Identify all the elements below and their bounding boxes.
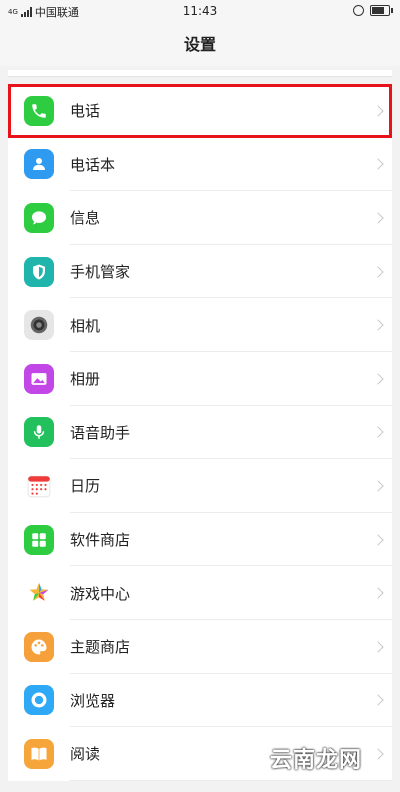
chevron-right-icon: [372, 426, 384, 439]
row-divider: [70, 779, 392, 781]
settings-item-11[interactable]: 浏览器: [8, 674, 392, 728]
settings-item-1[interactable]: 电话本: [8, 138, 392, 192]
page-title: 设置: [0, 24, 400, 66]
calendar-icon: [24, 470, 54, 501]
settings-list: 电话电话本信息手机管家相机相册语音助手日历软件商店游戏中心主题商店浏览器阅读: [8, 84, 392, 781]
settings-item-7[interactable]: 日历: [8, 459, 392, 513]
settings-item-6[interactable]: 语音助手: [8, 406, 392, 460]
chevron-right-icon: [372, 212, 384, 224]
settings-item-label: 语音助手: [70, 423, 131, 442]
chevron-right-icon: [372, 105, 384, 117]
settings-item-label: 日历: [70, 477, 101, 496]
settings-item-label: 软件商店: [70, 531, 131, 550]
browser-icon: [24, 685, 54, 716]
settings-item-label: 主题商店: [70, 638, 131, 657]
chevron-right-icon: [372, 533, 384, 546]
status-bar: 4G 中国联通 11:43: [0, 0, 400, 24]
chevron-right-icon: [372, 748, 384, 760]
app-store-icon: [24, 524, 54, 555]
phone-icon: [24, 95, 54, 126]
chevron-right-icon: [372, 480, 384, 492]
settings-item-3[interactable]: 手机管家: [8, 245, 392, 299]
chevron-right-icon: [372, 265, 384, 278]
settings-item-label: 游戏中心: [70, 584, 131, 603]
microphone-icon: [24, 417, 54, 448]
settings-item-label: 相机: [70, 316, 101, 335]
contacts-icon: [24, 149, 54, 180]
gallery-icon: [24, 363, 54, 394]
status-right: [353, 5, 393, 16]
message-icon: [24, 202, 54, 233]
settings-item-label: 信息: [70, 209, 101, 228]
reading-icon: [24, 738, 54, 769]
theme-store-icon: [24, 631, 54, 662]
game-center-icon: [24, 578, 54, 609]
chevron-right-icon: [372, 641, 384, 653]
settings-item-label: 阅读: [70, 745, 101, 764]
shield-icon: [24, 256, 54, 287]
chevron-right-icon: [372, 587, 384, 599]
settings-item-label: 相册: [70, 370, 101, 389]
settings-item-5[interactable]: 相册: [8, 352, 392, 406]
chevron-right-icon: [372, 694, 384, 706]
settings-item-2[interactable]: 信息: [8, 191, 392, 245]
settings-item-8[interactable]: 软件商店: [8, 513, 392, 567]
settings-item-label: 手机管家: [70, 263, 131, 282]
settings-item-0[interactable]: 电话: [8, 84, 392, 138]
clock: 11:43: [182, 4, 218, 18]
chevron-right-icon: [372, 319, 384, 331]
alarm-icon: [353, 5, 364, 16]
settings-item-label: 电话本: [70, 155, 116, 174]
chevron-right-icon: [372, 373, 384, 385]
chevron-right-icon: [372, 158, 384, 171]
settings-item-label: 电话: [70, 102, 101, 121]
watermark: 云南龙网: [269, 748, 362, 773]
battery-icon: [370, 5, 393, 16]
settings-item-4[interactable]: 相机: [8, 298, 392, 352]
camera-icon: [24, 310, 54, 341]
settings-item-10[interactable]: 主题商店: [8, 620, 392, 674]
settings-item-9[interactable]: 游戏中心: [8, 566, 392, 620]
settings-item-label: 浏览器: [70, 691, 116, 710]
list-top-divider: [8, 70, 392, 77]
